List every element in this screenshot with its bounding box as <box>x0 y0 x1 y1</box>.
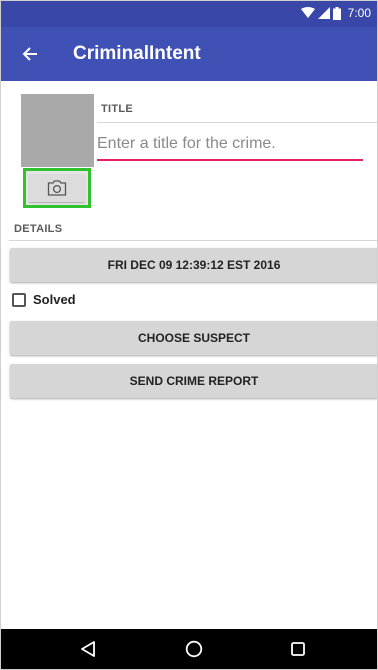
camera-icon <box>47 180 67 196</box>
arrow-left-icon <box>22 47 37 61</box>
title-divider <box>97 122 377 123</box>
solved-checkbox-row[interactable]: Solved <box>12 292 76 307</box>
crime-photo <box>21 94 94 167</box>
details-divider <box>9 240 377 241</box>
title-label: TITLE <box>101 103 134 115</box>
solved-label: Solved <box>33 292 76 307</box>
app-title: CriminalIntent <box>73 43 201 64</box>
triangle-back-icon <box>81 641 95 657</box>
back-button[interactable] <box>15 39 45 69</box>
crime-date-button[interactable]: FRI DEC 09 12:39:12 EST 2016 <box>10 248 377 282</box>
crime-title-input[interactable] <box>97 131 363 161</box>
device-screen: 7:00 CriminalIntent TITLE DETAILS FRI DE… <box>0 0 378 670</box>
nav-recents-button[interactable] <box>283 637 313 661</box>
details-label: DETAILS <box>14 223 63 235</box>
camera-button-face <box>29 174 85 202</box>
solved-checkbox[interactable] <box>12 292 26 307</box>
wifi-icon <box>300 7 315 18</box>
circle-home-icon <box>185 640 203 658</box>
choose-suspect-button[interactable]: CHOOSE SUSPECT <box>10 321 377 355</box>
app-bar: CriminalIntent <box>1 27 377 81</box>
camera-button[interactable] <box>23 168 91 208</box>
battery-icon <box>332 6 341 20</box>
nav-home-button[interactable] <box>179 637 209 661</box>
signal-icon <box>317 7 330 19</box>
nav-back-button[interactable] <box>73 637 103 661</box>
navigation-bar <box>1 629 377 669</box>
square-recents-icon <box>291 642 305 656</box>
status-icons: 7:00 <box>300 6 371 20</box>
send-crime-report-button[interactable]: SEND CRIME REPORT <box>10 364 377 398</box>
status-time: 7:00 <box>347 6 371 20</box>
status-bar: 7:00 <box>1 1 377 27</box>
